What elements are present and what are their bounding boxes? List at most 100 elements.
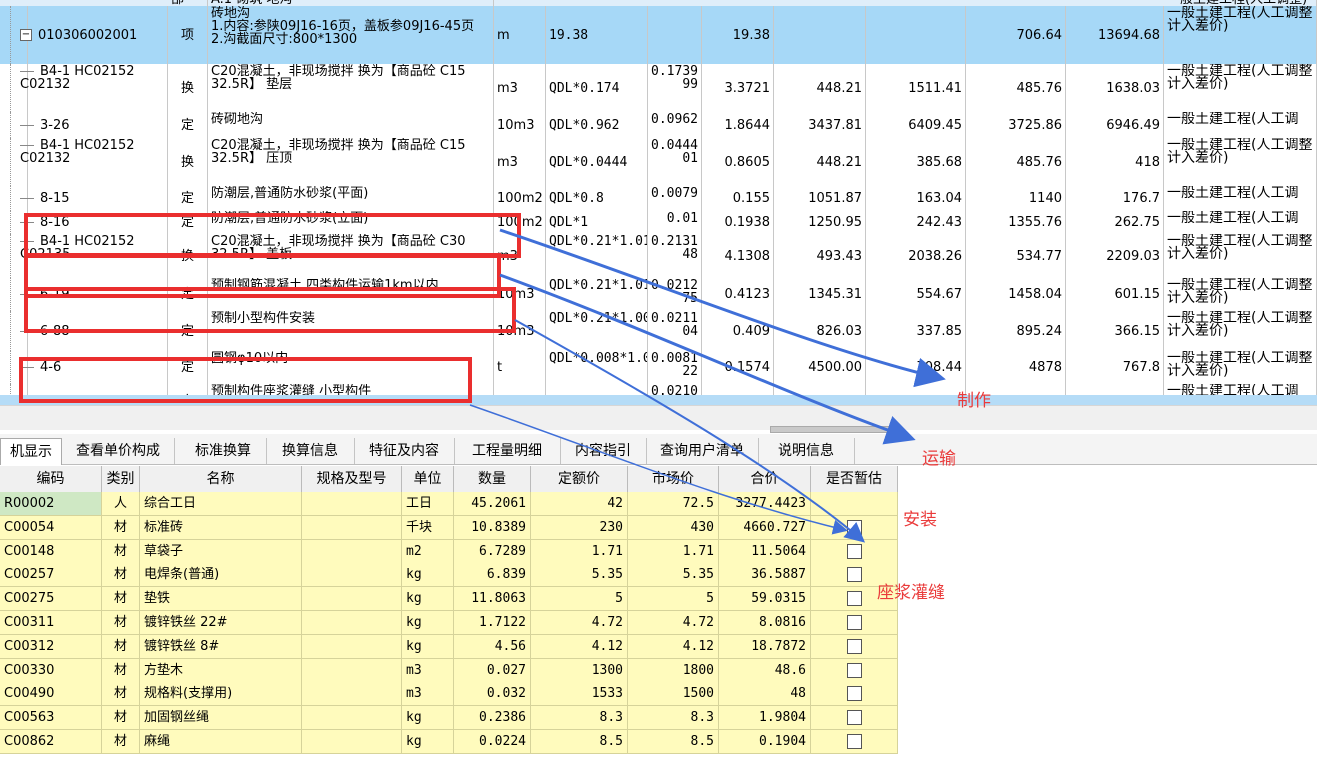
- resource-row[interactable]: C00330 材方垫木 m3 0.027 1300 1800 48.6: [0, 658, 898, 683]
- cell-unit: 10m3: [494, 112, 546, 138]
- cell-total: 337.85: [866, 311, 966, 351]
- estimate-checkbox[interactable]: [846, 734, 862, 749]
- tab-8[interactable]: 说明信息: [758, 438, 855, 464]
- quota-row[interactable]: B4-1 HC02152 C02132 换 C20混凝土，非现场搅拌 换为【商品砼 …: [0, 138, 1317, 187]
- scrollbar-thumb[interactable]: [770, 426, 902, 433]
- cell-code: −010306002001: [0, 6, 168, 64]
- quota-row[interactable]: 8-15 定 防潮层,普通防水砂浆(平面) 100m2 QDL*0.8 0.0079 0.1…: [0, 186, 1317, 212]
- tab-2[interactable]: 标准换算: [180, 438, 267, 464]
- cell-unit: m3: [402, 682, 454, 706]
- estimate-checkbox[interactable]: [846, 567, 862, 583]
- row-coef: 0.0211 04: [651, 311, 698, 339]
- estimate-checkbox[interactable]: [846, 686, 862, 702]
- estimate-checkbox[interactable]: [846, 710, 862, 726]
- cell-remark: 一般土建工程(人工调整计入差价): [1164, 311, 1317, 351]
- row-mtotal: 6946.49: [1106, 117, 1160, 133]
- resource-row[interactable]: C00490 材规格料(支撑用) m3 0.032 1533 1500 48: [0, 682, 898, 707]
- tree-line: [20, 124, 34, 126]
- cell-total: 4660.727: [719, 515, 811, 539]
- cell-est[interactable]: [811, 682, 898, 706]
- cell-remark: 一般土建工程(人工调整计入差价): [1164, 351, 1317, 384]
- cell-mtotal: 1638.03: [1066, 64, 1164, 112]
- cell-code: C00563: [0, 706, 102, 730]
- column-header-code[interactable]: 编码: [0, 466, 102, 492]
- resource-row[interactable]: C00312 材镀锌铁丝 8# kg 4.56 4.12 4.12 18.7872: [0, 634, 898, 659]
- estimate-checkbox[interactable]: [846, 662, 862, 678]
- collapse-icon[interactable]: −: [20, 29, 32, 41]
- column-header-unit[interactable]: 单位: [402, 466, 454, 492]
- cell-remark: 一般土建工程(人工调整计入差价): [1164, 138, 1317, 186]
- cell-name: 镀锌铁丝 22#: [140, 611, 302, 634]
- cell-unit: t: [494, 351, 546, 384]
- cell-name: C20混凝土，非现场搅拌 换为【商品砼 C15 32.5R】 垫层: [208, 64, 494, 112]
- tab-3[interactable]: 换算信息: [266, 438, 355, 464]
- quota-row[interactable]: 3-26 定 砖砌地沟 10m3 QDL*0.962 0.0962 1.8644 3437.8…: [0, 112, 1317, 139]
- row-price: 4500.00: [808, 360, 862, 375]
- cell-mprice: 485.76: [966, 64, 1066, 112]
- annotation-install: 安装: [903, 510, 937, 530]
- column-header-price[interactable]: 定额价: [531, 466, 628, 492]
- cell-coef: 0.01: [648, 211, 702, 234]
- quota-row[interactable]: B4-1 HC02152 C02132 换 C20混凝土，非现场搅拌 换为【商品砼 …: [0, 64, 1317, 113]
- row-qty: 0.409: [732, 323, 770, 339]
- resource-row[interactable]: R00002 人综合工日 工日 45.2061 42 72.5 3277.4423: [0, 492, 898, 516]
- tab-6[interactable]: 内容指引: [560, 438, 647, 464]
- cell-mtotal: 418: [1066, 138, 1164, 186]
- column-header-est[interactable]: 是否暂估: [811, 466, 898, 492]
- cell-mprice: 1140: [966, 186, 1066, 211]
- cell-est[interactable]: [811, 492, 898, 515]
- cell-mtotal: 601.15: [1066, 278, 1164, 311]
- detail-tab-bar: 机显示 查看单价构成 标准换算 换算信息 特征及内容 工程量明细 内容指引 查询用户清单 说明信…: [0, 434, 1317, 465]
- column-header-market[interactable]: 市场价: [628, 466, 719, 492]
- cell-price: 42: [531, 492, 628, 515]
- cell-total: 242.43: [866, 211, 966, 234]
- column-header-qty[interactable]: 数量: [454, 466, 531, 492]
- estimate-checkbox[interactable]: [846, 591, 862, 607]
- row-mtotal: 262.75: [1114, 215, 1161, 230]
- column-header-total[interactable]: 合价: [719, 466, 811, 492]
- estimate-checkbox[interactable]: [846, 543, 862, 559]
- cell-qty: 0.8605: [702, 138, 774, 186]
- tab-5[interactable]: 工程量明细: [454, 438, 561, 464]
- cell-price: 1.71: [531, 539, 628, 563]
- tab-1[interactable]: 查看单价构成: [62, 438, 175, 464]
- resource-row[interactable]: C00563 材加固钢丝绳 kg 0.2386 8.3 8.3 1.9804: [0, 706, 898, 731]
- cell-est[interactable]: [811, 515, 898, 539]
- cell-est[interactable]: [811, 658, 898, 682]
- resource-row[interactable]: C00054 材标准砖 千块 10.8389 230 430 4660.727: [0, 515, 898, 540]
- resource-row[interactable]: C00862 材麻绳 kg 0.0224 8.5 8.5 0.1904: [0, 730, 898, 754]
- tab-0[interactable]: 机显示: [0, 438, 62, 465]
- cell-price: 1300: [531, 658, 628, 682]
- row-mprice: 3725.86: [1008, 117, 1062, 133]
- row-mtotal: 601.15: [1114, 287, 1161, 302]
- highlight-box-make: [24, 213, 521, 258]
- row-expr: 19.38: [549, 27, 589, 43]
- cell-est[interactable]: [811, 611, 898, 634]
- estimate-checkbox[interactable]: [846, 615, 862, 630]
- tab-4[interactable]: 特征及内容: [354, 438, 455, 464]
- resource-row[interactable]: C00275 材垫铁 kg 11.8063 5 5 59.0315: [0, 587, 898, 612]
- tab-7[interactable]: 查询用户清单: [646, 438, 759, 464]
- column-header-name[interactable]: 名称: [140, 466, 302, 492]
- cell-coef: 0.2131 48: [648, 234, 702, 278]
- estimate-checkbox[interactable]: [846, 519, 862, 535]
- cell-est[interactable]: [811, 539, 898, 563]
- cell-coef: 0.0211 04: [648, 311, 702, 351]
- cell-est[interactable]: [811, 634, 898, 658]
- column-header-cat[interactable]: 类别: [102, 466, 140, 492]
- row-remark: 一般土建工程(人工调整计入差价): [1167, 64, 1313, 92]
- resource-row[interactable]: C00148 材草袋子 m2 6.7289 1.71 1.71 11.5064: [0, 539, 898, 564]
- cell-coef: 0.0212 75: [648, 278, 702, 311]
- column-header-spec[interactable]: 规格及型号: [302, 466, 402, 492]
- bill-item-row[interactable]: −010306002001 项 砖地沟 1.内容:参陕09J16-16页，盖板参09…: [0, 6, 1317, 65]
- resource-row[interactable]: C00257 材电焊条(普通) kg 6.839 5.35 5.35 36.5887: [0, 563, 898, 588]
- cell-est[interactable]: [811, 706, 898, 730]
- horizontal-scrollbar[interactable]: [0, 405, 1317, 433]
- cell-unit: m3: [402, 658, 454, 682]
- resource-row[interactable]: C00311 材镀锌铁丝 22# kg 1.7122 4.72 4.72 8.0816: [0, 611, 898, 635]
- estimate-checkbox[interactable]: [846, 638, 862, 654]
- cell-qty: 4.1308: [702, 234, 774, 278]
- cell-est[interactable]: [811, 730, 898, 753]
- cell-qty: 0.155: [702, 186, 774, 211]
- cell-cat: 材: [102, 611, 140, 634]
